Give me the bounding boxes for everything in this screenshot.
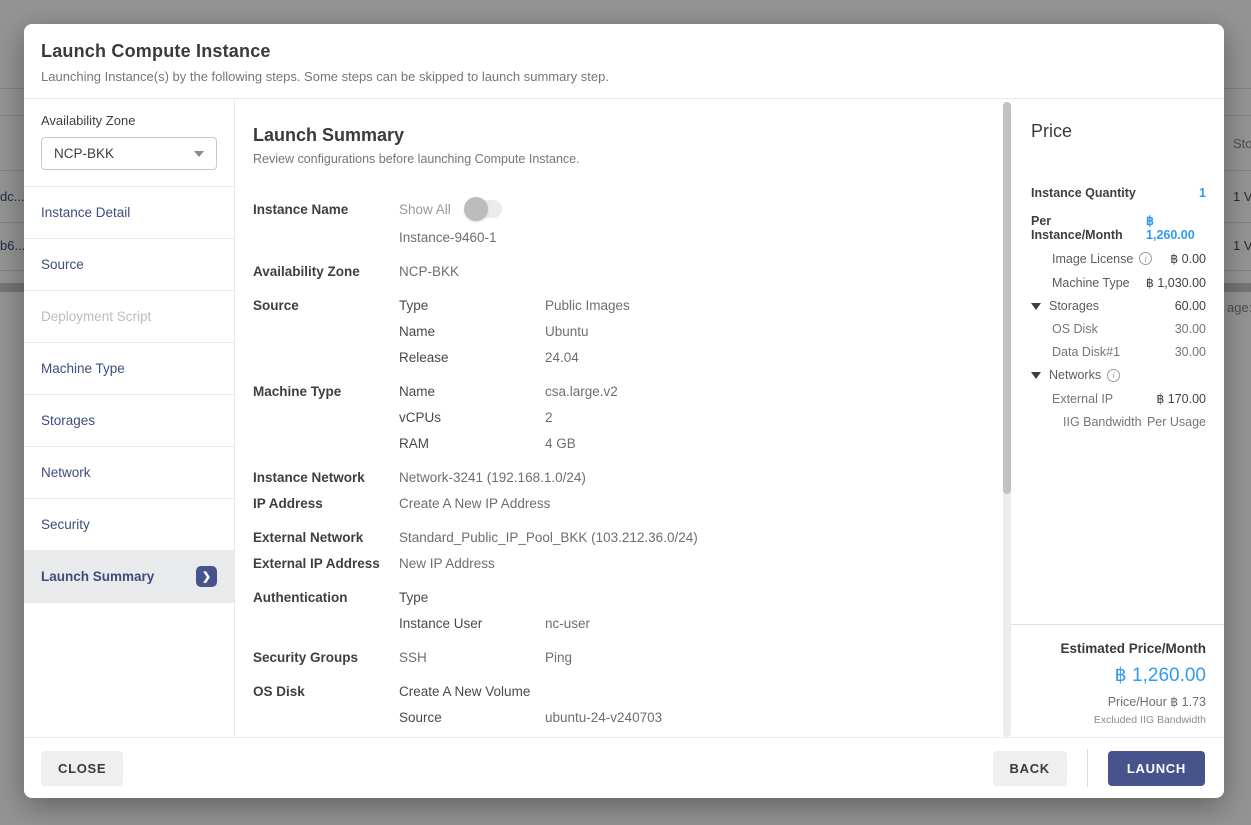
sidebar-item-network[interactable]: Network — [24, 447, 234, 499]
chevron-right-icon[interactable]: ❯ — [196, 566, 217, 587]
chevron-down-icon — [194, 151, 204, 157]
row-availability-zone: Availability Zone NCP-BKK — [253, 258, 985, 284]
availability-zone-block: Availability Zone NCP-BKK — [24, 99, 234, 187]
summary-subtitle: Review configurations before launching C… — [253, 152, 985, 166]
info-icon[interactable]: i — [1139, 252, 1152, 265]
price-row-iig-bandwidth: IIG Bandwidth Per Usage — [1031, 415, 1206, 429]
show-all-toggle[interactable] — [466, 200, 502, 218]
dialog-title: Launch Compute Instance — [41, 41, 1207, 62]
price-per-hour: Price/Hour ฿ 1.73 — [1031, 694, 1206, 709]
launch-button[interactable]: LAUNCH — [1108, 751, 1205, 786]
row-source: Source Type Public Images Name Ubuntu Re… — [253, 292, 985, 370]
instance-quantity-value: 1 — [1199, 186, 1206, 200]
instance-name-value: Instance-9460-1 — [399, 230, 985, 245]
row-machine-type: Machine Type Name csa.large.v2 vCPUs 2 R… — [253, 378, 985, 456]
collapse-triangle-icon[interactable] — [1031, 372, 1041, 379]
row-instance-network: Instance Network Network-3241 (192.168.1… — [253, 464, 985, 516]
row-external-network: External Network Standard_Public_IP_Pool… — [253, 524, 985, 576]
dialog-footer: CLOSE BACK LAUNCH — [24, 737, 1224, 798]
back-button[interactable]: BACK — [993, 751, 1067, 786]
price-row-os-disk: OS Disk 30.00 — [1031, 322, 1206, 336]
sidebar-item-machine-type[interactable]: Machine Type — [24, 343, 234, 395]
row-instance-name: Instance Name Show All Instance-9460-1 — [253, 194, 985, 250]
excluded-note: Excluded IIG Bandwidth — [1031, 714, 1206, 726]
sidebar-item-launch-summary[interactable]: Launch Summary ❯ — [24, 551, 234, 603]
sidebar-item-security[interactable]: Security — [24, 499, 234, 551]
price-row-quantity: Instance Quantity 1 — [1031, 186, 1206, 200]
collapse-triangle-icon[interactable] — [1031, 303, 1041, 310]
launch-compute-instance-dialog: Launch Compute Instance Launching Instan… — [24, 24, 1224, 798]
dialog-subtitle: Launching Instance(s) by the following s… — [41, 69, 1207, 84]
scrollbar-track[interactable] — [1003, 102, 1011, 737]
sidebar-item-instance-detail[interactable]: Instance Detail — [24, 187, 234, 239]
row-os-disk: OS Disk Create A New Volume Source ubunt… — [253, 678, 985, 730]
price-row-storages: Storages 60.00 — [1031, 299, 1206, 313]
sidebar-item-deployment-script: Deployment Script — [24, 291, 234, 343]
price-row-data-disk: Data Disk#1 30.00 — [1031, 345, 1206, 359]
price-panel: Price Instance Quantity 1 Per Instance/M… — [1011, 99, 1224, 737]
price-row-machine-type: Machine Type ฿ 1,030.00 — [1031, 275, 1206, 290]
price-row-networks: Networksi — [1031, 368, 1206, 382]
close-button[interactable]: CLOSE — [41, 751, 123, 786]
price-row-image-license: Image Licensei ฿ 0.00 — [1031, 251, 1206, 266]
screen: Sto dc... b6... 1 V 1 V age: Launch Comp… — [0, 0, 1251, 825]
row-security-groups: Security Groups SSH Ping — [253, 644, 985, 670]
estimated-price-label: Estimated Price/Month — [1031, 641, 1206, 656]
sidebar-item-source[interactable]: Source — [24, 239, 234, 291]
steps-sidebar: Availability Zone NCP-BKK Instance Detai… — [24, 99, 235, 737]
scrollbar-thumb[interactable] — [1003, 102, 1011, 494]
dialog-header: Launch Compute Instance Launching Instan… — [24, 24, 1224, 99]
row-authentication: Authentication Type Instance User nc-use… — [253, 584, 985, 636]
info-icon[interactable]: i — [1107, 369, 1120, 382]
estimated-price-value: ฿ 1,260.00 — [1031, 664, 1206, 687]
launch-summary-panel: Launch Summary Review configurations bef… — [235, 99, 1011, 737]
toggle-knob — [464, 197, 488, 221]
availability-zone-select[interactable]: NCP-BKK — [41, 137, 217, 170]
availability-zone-value: NCP-BKK — [54, 146, 114, 161]
price-row-external-ip: External IP ฿ 170.00 — [1031, 391, 1206, 406]
estimated-price-section: Estimated Price/Month ฿ 1,260.00 Price/H… — [1011, 624, 1224, 726]
footer-divider — [1087, 749, 1088, 787]
price-title: Price — [1031, 121, 1206, 142]
summary-title: Launch Summary — [253, 125, 985, 146]
sidebar-item-storages[interactable]: Storages — [24, 395, 234, 447]
price-row-per-instance: Per Instance/Month ฿ 1,260.00 — [1031, 213, 1206, 242]
availability-zone-label: Availability Zone — [41, 113, 217, 128]
show-all-label: Show All — [399, 202, 451, 217]
